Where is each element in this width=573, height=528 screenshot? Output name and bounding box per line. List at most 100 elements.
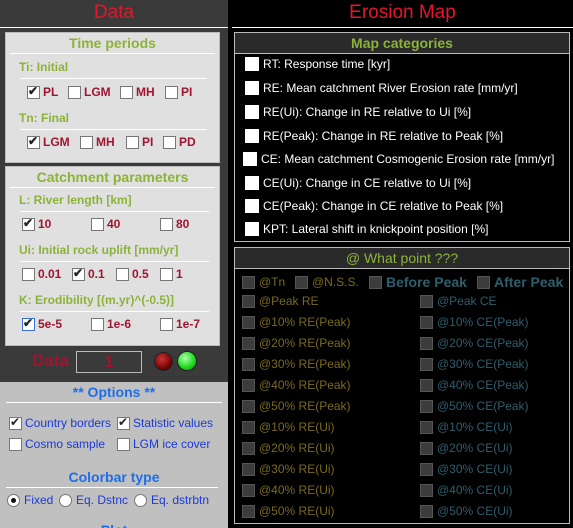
wp-re-checkbox[interactable]: @30% RE(Ui) — [242, 462, 335, 476]
red-led-icon[interactable] — [154, 352, 173, 371]
checkbox-box — [420, 294, 433, 308]
wp-ce-checkbox[interactable]: @10% CE(Ui) — [420, 420, 513, 434]
time-periods-title: Time periods — [10, 33, 215, 54]
checkbox-box — [420, 462, 433, 476]
divider — [20, 129, 207, 130]
wp-re-checkbox[interactable]: @10% RE(Ui) — [242, 420, 335, 434]
data-header: Data — [0, 0, 228, 28]
wp-re-checkbox[interactable]: @Peak RE — [242, 294, 319, 308]
river-80-checkbox[interactable]: 80 — [160, 217, 189, 231]
data-row: Data 1 — [5, 349, 220, 375]
uplift-1-checkbox[interactable]: 1 — [160, 267, 183, 281]
erosion-map-header: Erosion Map — [232, 0, 573, 28]
river-40-checkbox[interactable]: 40 — [91, 217, 120, 231]
river-10-checkbox[interactable]: 10 — [22, 216, 51, 231]
checkbox-box — [242, 294, 255, 308]
checkbox-box — [242, 420, 255, 434]
data-index-field[interactable]: 1 — [76, 351, 142, 373]
ti-lgm-checkbox[interactable]: LGM — [68, 85, 111, 99]
cosmo-sample-checkbox[interactable]: Cosmo sample — [9, 437, 105, 451]
data-label: Data — [32, 351, 69, 370]
uplift-05-checkbox[interactable]: 0.5 — [116, 267, 149, 281]
wp-ce-checkbox[interactable]: @40% CE(Peak) — [420, 378, 529, 392]
right-panel: Erosion Map Map categories RT: Response … — [232, 0, 573, 528]
left-panel: Data Time periods Ti: Initial PL LGM MH … — [0, 0, 228, 528]
checkbox-box — [420, 357, 433, 371]
wp-ce-checkbox[interactable]: @50% CE(Peak) — [420, 399, 529, 413]
category-ce-peak-checkbox[interactable]: CE(Peak): Change in CE relative to Peak … — [245, 199, 503, 213]
wp-re-checkbox[interactable]: @40% RE(Peak) — [242, 378, 351, 392]
divider — [6, 402, 222, 403]
category-re-checkbox[interactable]: RE: Mean catchment River Erosion rate [m… — [245, 81, 518, 95]
final-label: Tn: Final — [19, 111, 69, 125]
catchment-title: Catchment parameters — [10, 167, 215, 188]
category-re-ui-checkbox[interactable]: RE(Ui): Change in RE relative to Ui [%] — [245, 105, 471, 119]
wp-ce-checkbox[interactable]: @40% CE(Ui) — [420, 483, 513, 497]
options-panel: ** Options ** Country borders Statistic … — [0, 382, 228, 528]
tn-lgm-checkbox[interactable]: LGM — [27, 134, 70, 149]
wp-re-checkbox[interactable]: @10% RE(Peak) — [242, 315, 351, 329]
checkbox-box — [420, 504, 433, 518]
category-kpt-checkbox[interactable]: KPT: Lateral shift in knickpoint positio… — [245, 222, 488, 236]
checkbox-box — [242, 483, 255, 497]
catchment-panel: Catchment parameters L: River length [km… — [5, 166, 220, 346]
erod-5e5-checkbox[interactable]: 5e-5 — [22, 316, 62, 331]
statistic-values-checkbox[interactable]: Statistic values — [117, 415, 213, 430]
erod-1e6-checkbox[interactable]: 1e-6 — [91, 317, 131, 331]
wp-re-checkbox[interactable]: @20% RE(Ui) — [242, 441, 335, 455]
category-re-peak-checkbox[interactable]: RE(Peak): Change in RE relative to Peak … — [245, 129, 503, 143]
ti-mh-checkbox[interactable]: MH — [120, 85, 155, 99]
plot-section-title: Plot — [0, 520, 228, 528]
checkbox-box — [242, 462, 255, 476]
wp-after-peak-checkbox[interactable]: After Peak — [477, 274, 563, 290]
wp-before-peak-checkbox[interactable]: Before Peak — [369, 274, 467, 290]
wp-re-checkbox[interactable]: @20% RE(Peak) — [242, 336, 351, 350]
wp-ce-checkbox[interactable]: @Peak CE — [420, 294, 497, 308]
divider — [20, 261, 209, 262]
uplift-label: Ui: Initial rock uplift [mm/yr] — [19, 243, 179, 257]
tn-pd-checkbox[interactable]: PD — [163, 135, 196, 149]
ti-pl-checkbox[interactable]: PL — [27, 84, 58, 99]
category-rt-checkbox[interactable]: RT: Response time [kyr] — [245, 57, 390, 71]
category-ce-checkbox[interactable]: CE: Mean catchment Cosmogenic Erosion ra… — [243, 152, 554, 166]
checkbox-box — [420, 483, 433, 497]
ti-pi-checkbox[interactable]: PI — [165, 85, 192, 99]
wp-tn-checkbox[interactable]: @Tn — [242, 275, 285, 289]
uplift-01-checkbox[interactable]: 0.1 — [72, 266, 105, 281]
wp-ce-checkbox[interactable]: @20% CE(Peak) — [420, 336, 529, 350]
tn-mh-checkbox[interactable]: MH — [80, 135, 115, 149]
what-point-title: @ What point ??? — [235, 248, 569, 269]
checkbox-box — [420, 378, 433, 392]
divider — [20, 211, 209, 212]
colorbar-eq-dstnc-radio[interactable]: Eq. Dstnc — [59, 493, 128, 507]
wp-ce-checkbox[interactable]: @30% CE(Ui) — [420, 462, 513, 476]
tn-pi-checkbox[interactable]: PI — [126, 135, 153, 149]
wp-re-checkbox[interactable]: @40% RE(Ui) — [242, 483, 335, 497]
wp-re-checkbox[interactable]: @50% RE(Ui) — [242, 504, 335, 518]
checkbox-box — [420, 420, 433, 434]
checkbox-box — [420, 441, 433, 455]
checkbox-box — [242, 336, 255, 350]
country-borders-checkbox[interactable]: Country borders — [9, 415, 111, 430]
wp-nss-checkbox[interactable]: @N.S.S. — [295, 275, 359, 289]
checkbox-box — [242, 378, 255, 392]
wp-ce-checkbox[interactable]: @10% CE(Peak) — [420, 315, 529, 329]
wp-ce-checkbox[interactable]: @20% CE(Ui) — [420, 441, 513, 455]
uplift-001-checkbox[interactable]: 0.01 — [22, 267, 61, 281]
wp-ce-checkbox[interactable]: @30% CE(Peak) — [420, 357, 529, 371]
checkbox-box — [242, 441, 255, 455]
what-point-panel: @ What point ??? @Tn @N.S.S. Before Peak… — [234, 247, 570, 524]
divider — [20, 311, 209, 312]
colorbar-eq-dstrbtn-radio[interactable]: Eq. dstrbtn — [134, 493, 209, 507]
category-ce-ui-checkbox[interactable]: CE(Ui): Change in CE relative to Ui [%] — [245, 176, 471, 190]
colorbar-fixed-radio[interactable]: Fixed — [7, 493, 53, 507]
lgm-ice-cover-checkbox[interactable]: LGM ice cover — [117, 437, 210, 451]
colorbar-title: Colorbar type — [68, 469, 160, 485]
divider — [6, 487, 218, 488]
options-title: ** Options ** — [72, 384, 156, 400]
wp-re-checkbox[interactable]: @30% RE(Peak) — [242, 357, 351, 371]
erod-1e7-checkbox[interactable]: 1e-7 — [160, 317, 200, 331]
wp-ce-checkbox[interactable]: @50% CE(Ui) — [420, 504, 513, 518]
green-led-icon[interactable] — [177, 351, 197, 371]
wp-re-checkbox[interactable]: @50% RE(Peak) — [242, 399, 351, 413]
